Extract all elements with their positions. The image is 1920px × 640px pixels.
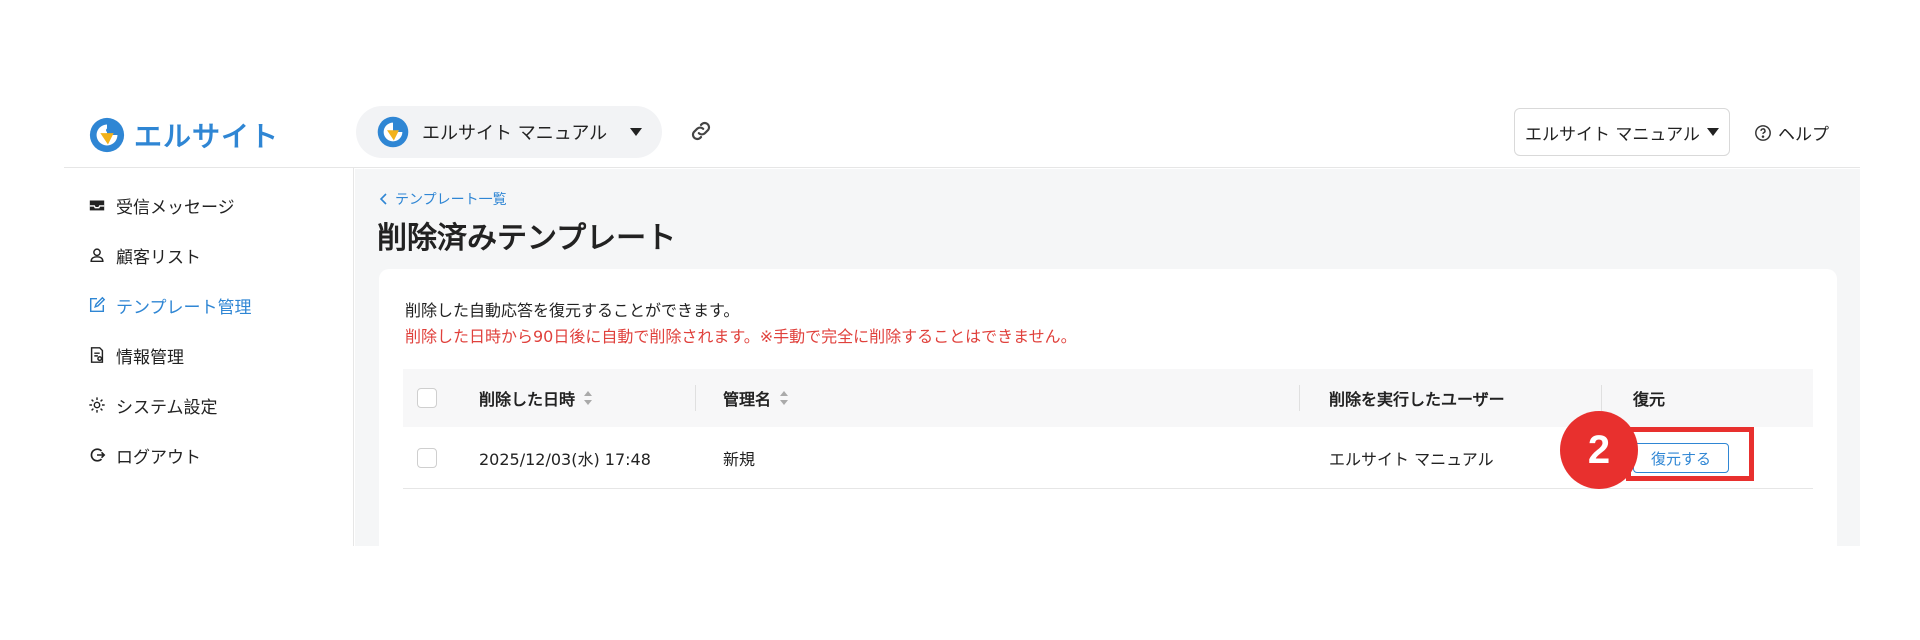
brand[interactable]: エルサイト <box>88 112 279 158</box>
row-select-cell <box>417 427 437 489</box>
account-name: エルサイト マニュアル <box>422 123 608 144</box>
caret-down-icon <box>1707 128 1719 136</box>
account-avatar-icon <box>377 116 409 148</box>
sidebar-item-info[interactable]: 情報管理 <box>88 340 184 370</box>
column-deleted-at[interactable]: 削除した日時 <box>479 369 593 427</box>
help-label: ヘルプ <box>1778 125 1829 145</box>
column-label: 削除を実行したユーザー <box>1329 390 1505 409</box>
highlight-box <box>1626 427 1754 481</box>
column-divider <box>1299 385 1300 411</box>
column-user: 削除を実行したユーザー <box>1329 369 1505 427</box>
sidebar-item-settings[interactable]: システム設定 <box>88 390 218 420</box>
sidebar: 受信メッセージ 顧客リスト テンプレート管理 情報管理 システム設定 ログアウト <box>64 168 354 546</box>
account-switcher[interactable]: エルサイト マニュアル <box>356 106 662 158</box>
sidebar-item-inbox[interactable]: 受信メッセージ <box>88 190 235 220</box>
sidebar-item-templates[interactable]: テンプレート管理 <box>88 290 252 320</box>
column-divider <box>695 385 696 411</box>
sidebar-item-logout[interactable]: ログアウト <box>88 440 201 470</box>
column-label: 削除した日時 <box>479 390 576 409</box>
row-checkbox[interactable] <box>417 448 437 468</box>
column-name[interactable]: 管理名 <box>723 369 789 427</box>
description-text: 削除した自動応答を復元することができます。 <box>405 301 740 320</box>
workspace-select[interactable]: エルサイト マニュアル <box>1514 108 1730 156</box>
sidebar-item-label: 情報管理 <box>116 347 184 368</box>
column-label: 復元 <box>1633 390 1666 409</box>
warning-text: 削除した日時から90日後に自動で削除されます。※手動で完全に削除することはできま… <box>405 327 1077 346</box>
select-all-checkbox[interactable] <box>417 388 437 408</box>
help-icon <box>1755 124 1771 141</box>
logout-icon <box>90 448 106 462</box>
cell-name: 新規 <box>723 450 756 469</box>
breadcrumb[interactable]: テンプレート一覧 <box>379 189 507 209</box>
sidebar-item-customers[interactable]: 顧客リスト <box>88 240 201 270</box>
edit-icon <box>89 296 106 313</box>
document-icon <box>90 347 104 363</box>
inbox-icon <box>89 200 105 211</box>
chevron-left-icon <box>379 193 387 205</box>
sidebar-item-label: ログアウト <box>116 447 201 468</box>
workspace-select-value: エルサイト マニュアル <box>1525 124 1700 145</box>
column-divider <box>1601 385 1602 411</box>
column-restore: 復元 <box>1633 369 1665 427</box>
content-card: 削除した自動応答を復元することができます。 削除した日時から90日後に自動で削除… <box>379 269 1837 559</box>
breadcrumb-link[interactable]: テンプレート一覧 <box>395 189 507 209</box>
link-icon[interactable] <box>688 118 714 144</box>
page-title: 削除済みテンプレート <box>377 221 677 256</box>
caret-down-icon <box>630 128 642 136</box>
sidebar-item-label: 受信メッセージ <box>116 197 235 218</box>
sidebar-item-label: テンプレート管理 <box>116 297 252 318</box>
top-header: エルサイト エルサイト マニュアル エルサイト マニュアル ヘルプ <box>64 104 1860 168</box>
sidebar-item-label: システム設定 <box>116 397 218 418</box>
cell-user: エルサイト マニュアル <box>1329 450 1494 469</box>
sort-icon[interactable] <box>583 390 593 406</box>
brand-name: エルサイト <box>134 120 280 153</box>
sort-icon[interactable] <box>779 390 789 406</box>
cell-deleted-at: 2025/12/03(水) 17:48 <box>479 450 651 469</box>
sidebar-item-label: 顧客リスト <box>116 247 201 268</box>
gear-icon <box>89 397 105 413</box>
help-link[interactable]: ヘルプ <box>1754 120 1829 145</box>
user-icon <box>90 248 104 263</box>
main-content: テンプレート一覧 削除済みテンプレート 削除した自動応答を復元することができます… <box>355 169 1860 559</box>
select-all-cell <box>417 369 437 427</box>
brand-logo-icon <box>89 117 125 153</box>
column-label: 管理名 <box>723 390 772 409</box>
